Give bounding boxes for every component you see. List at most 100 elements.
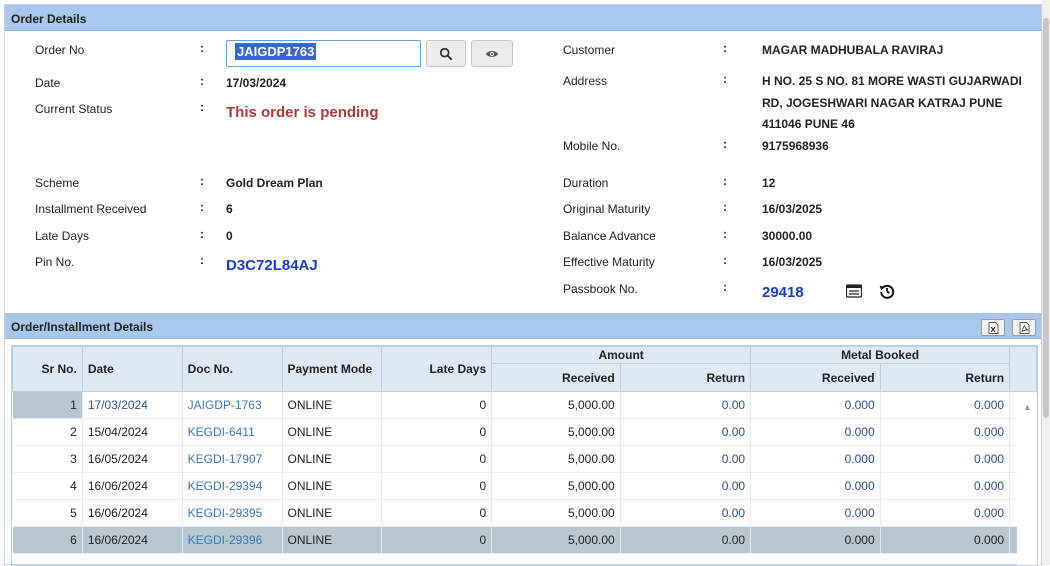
installment-details-header: Order/Installment Details [5, 313, 1041, 339]
colon: : [200, 41, 204, 55]
col-amount-received[interactable]: Received [491, 363, 621, 392]
colon: : [200, 100, 204, 114]
cell-amount-return: 0.00 [620, 418, 752, 446]
cell-late: 0 [381, 391, 493, 419]
cell-amount-received: 5,000.00 [491, 472, 621, 500]
cell-late: 0 [381, 499, 493, 527]
passbook-card-button[interactable] [845, 284, 863, 298]
address-label: Address [563, 74, 608, 88]
cell-metal-return: 0.000 [880, 391, 1011, 419]
col-metal-return[interactable]: Return [879, 363, 1011, 392]
mobile-value: 9175968936 [762, 139, 829, 153]
cell-sr: 4 [12, 472, 83, 500]
excel-icon [988, 321, 998, 334]
installment-table: Sr No. Date Doc No. Payment Mode Late Da… [12, 346, 1037, 554]
card-icon [845, 284, 863, 298]
pin-no-label: Pin No. [35, 255, 75, 269]
history-button[interactable] [879, 283, 895, 299]
order-no-input[interactable]: JAIGDP1763 [226, 40, 421, 67]
header-spacer [1009, 346, 1037, 392]
cell-doc-link[interactable]: KEGDI-29396 [182, 526, 283, 554]
date-label: Date [35, 76, 61, 90]
cell-mode: ONLINE [282, 526, 383, 554]
effective-maturity-value: 16/03/2025 [762, 255, 823, 269]
colon: : [723, 227, 727, 241]
cell-metal-received: 0.000 [750, 445, 881, 473]
cell-doc-link[interactable]: KEGDI-29394 [182, 472, 283, 500]
table-row[interactable]: 5 16/06/2024 KEGDI-29395 ONLINE 0 5,000.… [12, 499, 1037, 527]
cell-mode: ONLINE [282, 445, 383, 473]
order-details-window: Order Details Order No : JAIGDP1763 Date… [4, 4, 1042, 566]
cell-late: 0 [381, 418, 493, 446]
effective-maturity-label: Effective Maturity [563, 255, 655, 269]
pin-no-value: D3C72L84AJ [226, 257, 318, 274]
colon: : [723, 41, 727, 55]
late-days-label: Late Days [35, 229, 90, 243]
table-row[interactable]: 4 16/06/2024 KEGDI-29394 ONLINE 0 5,000.… [12, 472, 1037, 500]
cell-doc-link[interactable]: KEGDI-29395 [182, 499, 283, 527]
address-line-3: 411046 PUNE 46 [762, 117, 855, 131]
colon: : [200, 200, 204, 214]
installment-received-label: Installment Received [35, 202, 147, 216]
original-maturity-label: Original Maturity [563, 202, 651, 216]
customer-label: Customer [563, 43, 616, 57]
duration-label: Duration [563, 176, 609, 190]
installment-grid: Sr No. Date Doc No. Payment Mode Late Da… [11, 345, 1038, 566]
cell-sr: 1 [12, 391, 83, 419]
cell-amount-received: 5,000.00 [491, 418, 621, 446]
cell-metal-received: 0.000 [750, 391, 881, 419]
col-group-amount: Amount [491, 346, 752, 364]
view-button[interactable] [471, 40, 513, 67]
table-row-selected[interactable]: 6 16/06/2024 KEGDI-29396 ONLINE 0 5,000.… [12, 526, 1037, 554]
col-late-days[interactable]: Late Days [381, 346, 493, 392]
cell-metal-received: 0.000 [750, 499, 881, 527]
col-doc-no[interactable]: Doc No. [181, 346, 283, 392]
table-row[interactable]: 3 16/05/2024 KEGDI-17907 ONLINE 0 5,000.… [12, 445, 1037, 473]
order-no-value: JAIGDP1763 [235, 43, 317, 60]
passbook-no-value: 29418 [762, 284, 804, 301]
mobile-label: Mobile No. [563, 139, 621, 153]
scheme-label: Scheme [35, 176, 80, 190]
col-metal-received[interactable]: Received [750, 363, 881, 392]
eye-icon [485, 50, 499, 57]
balance-advance-value: 30000.00 [762, 229, 813, 243]
cell-amount-received: 5,000.00 [491, 445, 621, 473]
cell-amount-received: 5,000.00 [491, 391, 621, 419]
col-date[interactable]: Date [81, 346, 183, 392]
colon: : [723, 72, 727, 86]
current-status-value: This order is pending [226, 104, 379, 121]
table-row[interactable]: 2 15/04/2024 KEGDI-6411 ONLINE 0 5,000.0… [12, 418, 1037, 446]
cell-amount-received: 5,000.00 [491, 499, 621, 527]
scroll-up-icon[interactable]: ▲ [1023, 402, 1032, 412]
page-scrollbar-thumb[interactable] [1043, 18, 1049, 418]
colon: : [200, 227, 204, 241]
col-sr-no[interactable]: Sr No. [12, 346, 83, 392]
export-excel-button[interactable] [981, 319, 1005, 336]
order-details-header: Order Details [5, 5, 1041, 31]
history-icon [879, 284, 895, 299]
cell-metal-return: 0.000 [880, 499, 1011, 527]
cell-sr: 2 [12, 418, 83, 446]
colon: : [723, 280, 727, 294]
cell-date: 16/06/2024 [82, 472, 183, 500]
cell-metal-return: 0.000 [880, 418, 1011, 446]
search-button[interactable] [426, 40, 466, 67]
colon: : [723, 174, 727, 188]
cell-mode: ONLINE [282, 472, 383, 500]
order-no-label: Order No [35, 43, 85, 57]
col-amount-return[interactable]: Return [619, 363, 752, 392]
cell-sr: 3 [12, 445, 83, 473]
cell-doc-link[interactable]: JAIGDP-1763 [182, 391, 283, 419]
table-row[interactable]: 1 17/03/2024 JAIGDP-1763 ONLINE 0 5,000.… [12, 391, 1037, 419]
colon: : [723, 200, 727, 214]
col-payment-mode[interactable]: Payment Mode [281, 346, 383, 392]
late-days-value: 0 [226, 229, 233, 243]
col-group-metal-booked: Metal Booked [750, 346, 1011, 364]
export-pdf-button[interactable] [1012, 319, 1036, 336]
cell-doc-link[interactable]: KEGDI-17907 [182, 445, 283, 473]
cell-amount-return: 0.00 [620, 445, 752, 473]
grid-scrollbar[interactable]: ▲ [1017, 396, 1037, 565]
page-scrollbar[interactable] [1042, 0, 1050, 565]
cell-amount-received: 5,000.00 [491, 526, 621, 554]
cell-doc-link[interactable]: KEGDI-6411 [182, 418, 283, 446]
